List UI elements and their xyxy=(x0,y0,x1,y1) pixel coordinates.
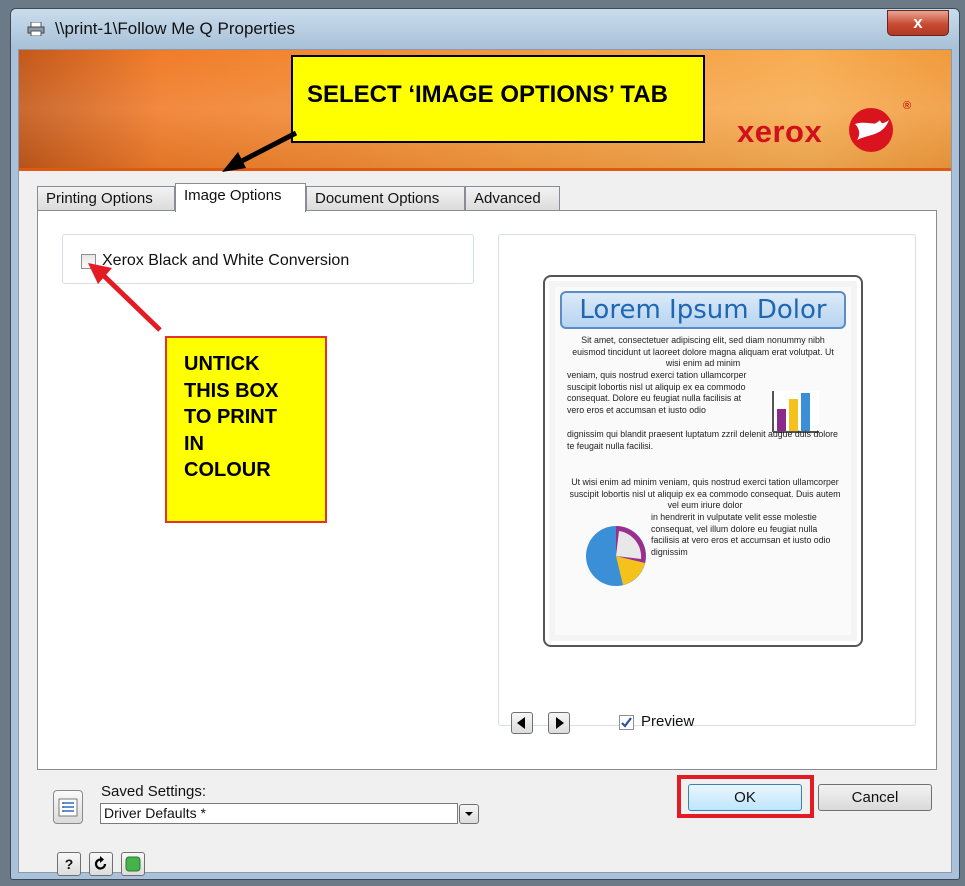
dialog-client-area: xerox ® SELECT ‘IMAGE OPTIONS’ TAB Print… xyxy=(18,49,952,876)
help-icon: ? xyxy=(64,856,74,872)
window-title: \\print-1\Follow Me Q Properties xyxy=(55,19,295,38)
select-tab-callout: SELECT ‘IMAGE OPTIONS’ TAB xyxy=(291,55,705,143)
bw-conversion-label: Xerox Black and White Conversion xyxy=(102,252,350,269)
xerox-logo-text: xerox xyxy=(737,114,823,149)
preview-label: Preview xyxy=(641,713,695,730)
help-button[interactable]: ? xyxy=(57,852,81,876)
settings-list-icon xyxy=(58,798,78,817)
preview-para1-end: dignissim qui blandit praesent luptatum … xyxy=(567,429,838,451)
bw-conversion-checkbox[interactable] xyxy=(81,254,96,269)
bw-conversion-group: Xerox Black and White Conversion xyxy=(62,234,474,284)
preview-para2-top: Ut wisi enim ad minim veniam, quis nostr… xyxy=(569,477,841,511)
preview-group: Lorem Ipsum Dolor Sit amet, consectetuer… xyxy=(498,234,916,734)
pie-chart-icon xyxy=(586,526,646,586)
saved-settings-label: Saved Settings: xyxy=(101,783,207,800)
reset-button[interactable] xyxy=(89,852,113,876)
tab-image-options[interactable]: Image Options xyxy=(175,183,306,212)
chevron-down-icon xyxy=(465,812,473,816)
tab-printing-options[interactable]: Printing Options xyxy=(37,186,175,210)
preview-para1-wrap: veniam, quis nostrud exerci tation ullam… xyxy=(567,370,747,415)
refresh-icon xyxy=(94,856,107,870)
xerox-sphere-icon xyxy=(849,108,893,152)
green-status-icon xyxy=(125,856,141,872)
properties-window: \\print-1\Follow Me Q Properties x xerox… xyxy=(10,8,960,880)
tab-advanced[interactable]: Advanced xyxy=(465,186,560,210)
checkmark-icon xyxy=(621,717,632,728)
bar-chart-icon xyxy=(771,391,819,433)
preview-prev-button[interactable] xyxy=(511,712,533,734)
cancel-button[interactable]: Cancel xyxy=(818,784,932,811)
registered-mark: ® xyxy=(903,100,912,112)
image-options-panel: Xerox Black and White Conversion UNTICK … xyxy=(37,210,937,770)
triangle-right-icon xyxy=(556,717,564,729)
preview-checkbox[interactable] xyxy=(619,715,634,730)
xerox-banner: xerox ® SELECT ‘IMAGE OPTIONS’ TAB xyxy=(19,50,951,171)
preview-heading: Lorem Ipsum Dolor xyxy=(560,291,846,329)
saved-settings-dropdown[interactable] xyxy=(459,804,479,824)
preview-para2-wrap: in hendrerit in vulputate velit esse mol… xyxy=(651,512,831,557)
printer-icon xyxy=(27,22,45,36)
ok-button[interactable]: OK xyxy=(688,784,802,811)
preview-para1-top: Sit amet, consectetuer adipiscing elit, … xyxy=(572,335,834,369)
preview-page-content: Lorem Ipsum Dolor Sit amet, consectetuer… xyxy=(555,287,851,635)
saved-settings-icon[interactable] xyxy=(53,790,83,824)
status-button[interactable] xyxy=(121,852,145,876)
preview-next-button[interactable] xyxy=(548,712,570,734)
triangle-left-icon xyxy=(517,717,525,729)
untick-box-callout: UNTICK THIS BOX TO PRINT IN COLOUR xyxy=(165,336,327,523)
saved-settings-select[interactable]: Driver Defaults * xyxy=(100,803,458,824)
tab-document-options[interactable]: Document Options xyxy=(306,186,465,210)
preview-page: Lorem Ipsum Dolor Sit amet, consectetuer… xyxy=(543,275,863,647)
title-bar[interactable]: \\print-1\Follow Me Q Properties x xyxy=(11,9,959,49)
close-icon: x xyxy=(913,13,923,32)
close-button[interactable]: x xyxy=(887,10,949,36)
